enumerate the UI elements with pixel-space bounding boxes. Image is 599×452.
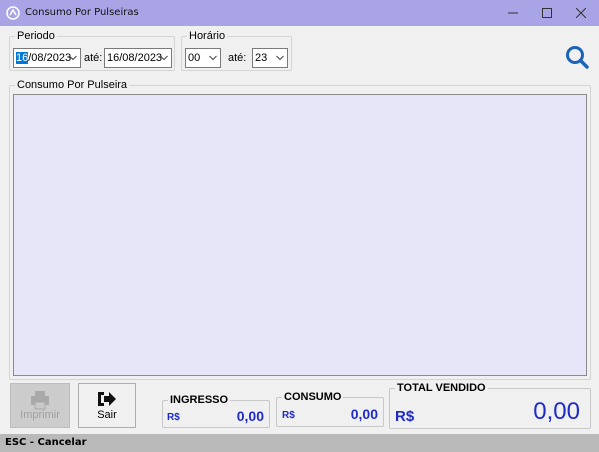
horario-to-value: 23: [255, 52, 268, 64]
minimize-icon: [508, 12, 518, 14]
imprimir-button[interactable]: Imprimir: [10, 383, 70, 428]
consumo-currency: R$: [282, 410, 295, 421]
close-button[interactable]: [565, 0, 597, 26]
periodo-ate-label: até:: [84, 52, 103, 64]
app-logo-icon: [6, 6, 20, 20]
horario-from-select[interactable]: 00: [185, 48, 221, 68]
horario-legend: Horário: [189, 30, 226, 42]
consumo-title: CONSUMO: [284, 391, 342, 403]
consumo-value: 0,00: [350, 406, 378, 422]
periodo-from-value: 16/08/2023: [16, 52, 71, 64]
total-currency: R$: [395, 408, 415, 425]
ingresso-title: INGRESSO: [170, 394, 229, 406]
maximize-icon: [542, 8, 552, 18]
periodo-from-selected-part: 16: [16, 52, 29, 64]
sair-label: Sair: [97, 409, 117, 421]
status-text: ESC - Cancelar: [5, 437, 87, 448]
printer-icon: [31, 391, 49, 410]
search-button[interactable]: [564, 44, 590, 70]
ingresso-currency: R$: [167, 412, 180, 423]
title-bar: Consumo Por Pulseiras: [0, 0, 599, 26]
periodo-legend: Periodo: [17, 30, 55, 42]
horario-from-value: 00: [188, 52, 201, 64]
consumo-pulseira-legend: Consumo Por Pulseira: [17, 79, 128, 91]
search-icon: [566, 46, 589, 69]
chevron-down-icon: [209, 55, 217, 61]
total-value: 0,00: [533, 398, 580, 425]
consumo-pulseira-grid[interactable]: [13, 94, 587, 376]
status-bar: ESC - Cancelar: [0, 434, 599, 452]
horario-ate-label: até:: [228, 52, 247, 64]
chevron-down-icon: [276, 55, 284, 61]
total-vendido-title: TOTAL VENDIDO: [397, 382, 486, 394]
horario-to-select[interactable]: 23: [252, 48, 288, 68]
periodo-to-date-picker[interactable]: 16/08/2023: [104, 48, 172, 68]
periodo-from-rest: /08/2023: [28, 52, 72, 64]
chevron-down-icon: [160, 55, 168, 61]
chevron-down-icon: [69, 55, 77, 61]
periodo-to-value: 16/08/2023: [107, 52, 163, 64]
imprimir-label: Imprimir: [20, 409, 60, 421]
window-title: Consumo Por Pulseiras: [25, 7, 139, 18]
ingresso-value: 0,00: [236, 408, 264, 424]
sair-button[interactable]: Sair: [78, 383, 136, 428]
close-icon: [576, 8, 586, 18]
exit-arrow-icon: [98, 392, 116, 406]
periodo-from-date-picker[interactable]: 16/08/2023: [13, 48, 81, 68]
maximize-button[interactable]: [531, 0, 563, 26]
minimize-button[interactable]: [497, 0, 529, 26]
